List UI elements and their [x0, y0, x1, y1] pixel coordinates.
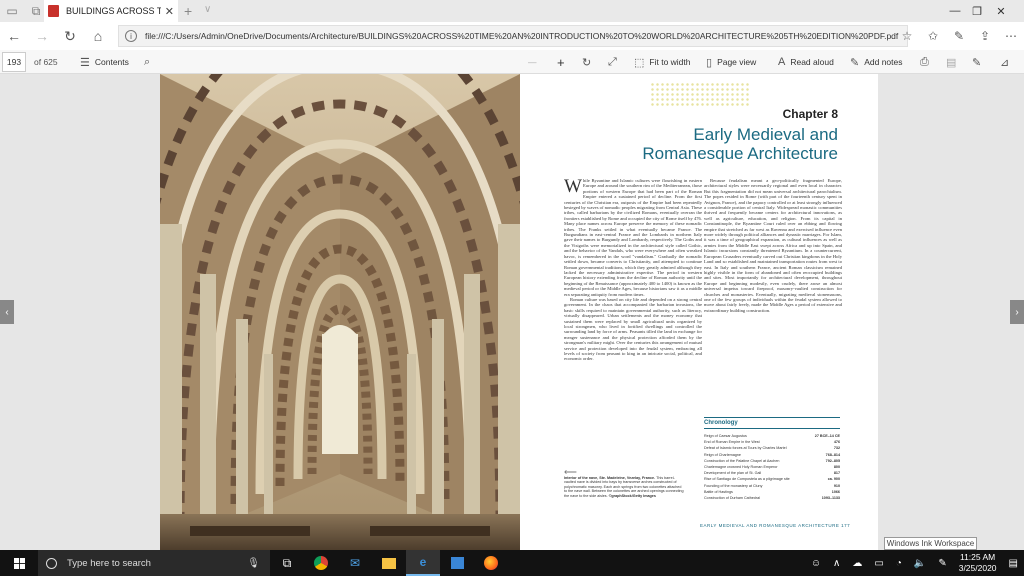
taskbar-search-box[interactable]: Type here to search 🎙	[38, 550, 270, 576]
tab-actions-icon[interactable]: ▭	[0, 0, 24, 22]
nave-photograph	[160, 74, 520, 550]
pen-workspace-icon[interactable]: ✎	[938, 558, 946, 569]
previous-page-arrow[interactable]: ‹	[0, 300, 14, 324]
rotate-icon[interactable]: ↻	[582, 50, 591, 74]
fit-to-width-button[interactable]: ⬚ Fit to width	[634, 50, 691, 74]
pdf-toolbar: 193 of 625 ☰ Contents ⌕ — + ↻ ⤢ ⬚ Fit to…	[0, 50, 1024, 74]
contents-label: Contents	[94, 57, 129, 67]
chrome-icon[interactable]	[304, 550, 338, 576]
show-hidden-icons[interactable]: ∧	[833, 558, 840, 569]
chronology-row: Construction of Durham Cathedral 1093–113…	[704, 495, 840, 501]
page-view-icon: ▯	[706, 56, 713, 69]
more-icon[interactable]: ⋯	[998, 29, 1024, 43]
address-bar[interactable]: i file:///C:/Users/Admin/OneDrive/Docume…	[118, 25, 908, 47]
microphone-icon[interactable]: 🎙	[247, 558, 260, 569]
battery-icon[interactable]: ▭	[874, 558, 883, 569]
photo-caption: ⟵ Interior of the nave, Ste. Madeleine, …	[564, 467, 684, 499]
chronology-event: Construction of Durham Cathedral	[704, 496, 760, 501]
caption-credit: ©graphStock/Getty Images	[608, 493, 656, 498]
chronology-box: Chronology Reign of Caesar Augustus 27 BC…	[704, 417, 840, 501]
home-icon[interactable]: ⌂	[84, 22, 112, 50]
save-icon[interactable]: ▤	[946, 50, 956, 74]
page-number-input[interactable]: 193	[2, 51, 26, 72]
list-icon: ☰	[80, 56, 90, 69]
paragraph: hile Byzantine and Islamic cultures were…	[564, 178, 702, 297]
pen-icon[interactable]: ✎	[946, 29, 972, 43]
firefox-icon[interactable]	[474, 550, 508, 576]
onedrive-icon[interactable]: ☁	[852, 558, 862, 569]
tab-list-icon[interactable]: ∨	[204, 4, 211, 15]
clock-time: 11:25 AM	[959, 552, 996, 562]
page-view-label: Page view	[717, 57, 757, 67]
drop-cap: W	[564, 176, 582, 197]
cortana-icon	[46, 557, 57, 569]
text-column-2: Because feudalism meant a geo-politicall…	[704, 178, 842, 313]
next-page-arrow[interactable]: ›	[1010, 300, 1024, 324]
network-icon[interactable]: ◔	[896, 558, 902, 569]
windows-start-icon[interactable]	[0, 550, 38, 576]
info-icon[interactable]: i	[125, 30, 137, 42]
system-tray: ☺ ∧ ☁ ▭ ◔ 🔈 ✎ 11:25 AM 3/25/2020 ▤	[805, 550, 1024, 576]
read-aloud-icon: A	[778, 56, 786, 68]
address-text: file:///C:/Users/Admin/OneDrive/Document…	[145, 31, 899, 41]
save-as-icon[interactable]: ✎	[972, 50, 981, 74]
contents-button[interactable]: ☰ Contents	[80, 50, 129, 74]
task-view-icon[interactable]: ⧉	[270, 550, 304, 576]
tab-title: BUILDINGS ACROSS TIM	[66, 6, 161, 16]
pdf-page: Chapter 8 Early Medieval and Romanesque …	[520, 74, 878, 550]
people-icon[interactable]: ☺	[811, 558, 821, 569]
search-placeholder: Type here to search	[67, 557, 151, 569]
store-icon[interactable]	[440, 550, 474, 576]
find-icon[interactable]: ⌕	[144, 50, 150, 74]
paragraph: Roman culture was based on city life and…	[564, 296, 702, 362]
chronology-date: 1093–1133	[821, 496, 840, 501]
pen-icon: ✎	[850, 56, 860, 69]
read-aloud-label: Read aloud	[790, 57, 834, 67]
fullscreen-icon[interactable]: ⤢	[608, 50, 617, 74]
fit-width-icon: ⬚	[634, 56, 645, 69]
file-explorer-icon[interactable]	[372, 550, 406, 576]
mail-icon[interactable]: ✉	[338, 550, 372, 576]
chapter-title: Early Medieval and Romanesque Architectu…	[642, 125, 838, 163]
notifications-icon[interactable]: ▤	[1009, 558, 1018, 569]
zoom-in-icon[interactable]: +	[557, 50, 565, 74]
close-window-button[interactable]: ✕	[978, 0, 1024, 22]
add-notes-button[interactable]: ✎ Add notes	[850, 50, 903, 74]
chronology-title: Chronology	[704, 417, 840, 429]
print-icon[interactable]: ⎙	[920, 50, 929, 74]
fit-to-width-label: Fit to width	[649, 57, 691, 67]
page-view-button[interactable]: ▯ Page view	[706, 50, 756, 74]
share-icon[interactable]: ⇪	[972, 29, 998, 43]
page-total: of 625	[34, 56, 58, 67]
page-footer: EARLY MEDIEVAL AND ROMANESQUE ARCHITECTU…	[700, 523, 851, 528]
zoom-out-icon[interactable]: —	[528, 50, 537, 74]
back-icon[interactable]: ←	[0, 22, 28, 50]
edge-icon[interactable]: e	[406, 550, 440, 576]
clock[interactable]: 11:25 AM 3/25/2020	[959, 552, 997, 574]
add-notes-label: Add notes	[864, 57, 903, 67]
forward-icon[interactable]: →	[28, 22, 56, 50]
decorative-dots	[650, 82, 750, 108]
close-tab-icon[interactable]: ✕	[165, 5, 174, 18]
clock-date: 3/25/2020	[958, 563, 997, 573]
left-arrow-icon: ⟵	[564, 467, 577, 477]
refresh-icon[interactable]: ↻	[56, 22, 84, 50]
pdf-icon	[48, 5, 59, 17]
paragraph: Because feudalism meant a geo-politicall…	[704, 178, 842, 313]
text-column-1: While Byzantine and Islamic cultures wer…	[564, 176, 702, 362]
chapter-number: Chapter 8	[782, 107, 838, 121]
volume-icon[interactable]: 🔈	[914, 558, 926, 569]
read-aloud-button[interactable]: A Read aloud	[778, 50, 834, 74]
new-tab-icon[interactable]: +	[184, 3, 192, 19]
browser-tab[interactable]: BUILDINGS ACROSS TIM ✕	[44, 0, 178, 22]
favorites-icon[interactable]: ✩	[920, 29, 946, 43]
browser-actions: ☆ ✩ ✎ ⇪ ⋯	[894, 22, 1024, 50]
favorite-star-icon[interactable]: ☆	[894, 29, 920, 43]
caption-heading: Interior of the nave, Ste. Madeleine, Ve…	[564, 475, 656, 480]
ink-workspace-tooltip: Windows Ink Workspace	[884, 537, 977, 550]
pin-toolbar-icon[interactable]: ⊿	[1000, 50, 1009, 74]
